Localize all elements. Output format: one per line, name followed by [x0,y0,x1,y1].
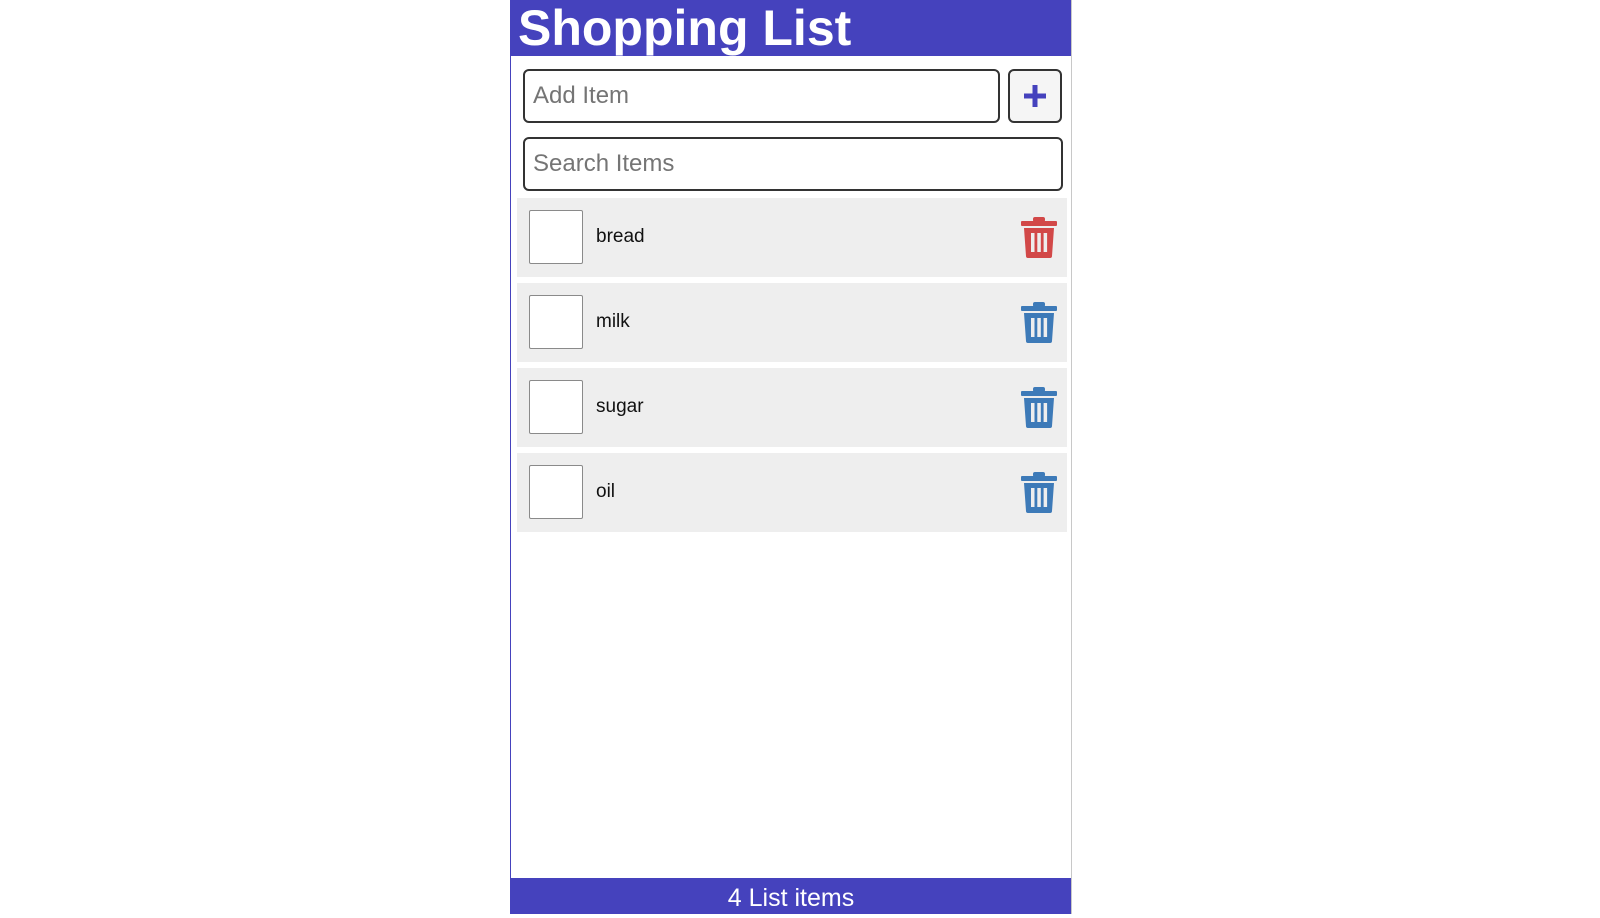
trash-icon[interactable] [1021,216,1057,258]
list-item: oil [517,453,1067,532]
add-item-input[interactable] [523,69,1000,123]
trash-icon[interactable] [1021,301,1057,343]
item-label: sugar [596,396,644,417]
app-header: Shopping List [511,0,1071,56]
item-checkbox[interactable] [529,210,583,264]
list-item: milk [517,283,1067,362]
item-count-footer: 4 List items [511,878,1071,914]
add-item-button[interactable] [1008,69,1062,123]
search-form [523,137,1063,191]
item-checkbox[interactable] [529,295,583,349]
item-label: oil [596,481,616,502]
plus-icon [1024,85,1046,107]
item-label: bread [596,226,645,247]
page-title: Shopping List [518,0,852,56]
item-checkbox[interactable] [529,380,583,434]
trash-icon[interactable] [1021,471,1057,513]
trash-icon[interactable] [1021,386,1057,428]
shopping-list-app: Shopping List bread [510,0,1072,914]
list-item: sugar [517,368,1067,447]
search-input[interactable] [523,137,1063,191]
list-item: bread [517,198,1067,277]
item-list: bread milk sugar oil [517,198,1067,538]
item-checkbox[interactable] [529,465,583,519]
item-label: milk [596,311,630,332]
add-item-form [523,69,1063,123]
